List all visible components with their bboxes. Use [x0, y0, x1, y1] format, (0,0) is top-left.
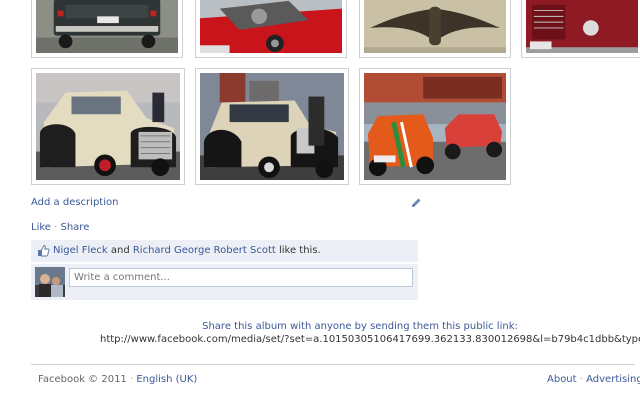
photo-red-truck-grille[interactable] — [521, 0, 640, 58]
photo-red-truck-grille-image — [526, 0, 638, 53]
share-link[interactable]: Share — [60, 222, 89, 233]
comment-input[interactable] — [69, 268, 413, 287]
photo-black-cream-sedan-image — [200, 73, 344, 180]
photo-black-cream-sedan[interactable] — [195, 68, 349, 185]
avatar — [35, 267, 65, 297]
thumbs-up-icon — [37, 244, 50, 257]
footer-divider — [31, 364, 635, 365]
liker-nigel-fleck[interactable]: Nigel Fleck — [53, 245, 108, 256]
footer-separator-right: · — [576, 374, 587, 385]
share-album-link[interactable]: http://www.facebook.com/media/set/?set=a… — [100, 334, 640, 345]
share-album-text: Share this album with anyone by sending … — [202, 321, 518, 332]
pencil-icon[interactable] — [410, 197, 422, 209]
photo-red-car-engine-image — [200, 0, 342, 53]
footer-advertising-link[interactable]: Advertising — [586, 374, 640, 385]
footer-separator: · — [126, 374, 137, 385]
photo-red-car-engine[interactable] — [195, 0, 347, 58]
footer-language-link[interactable]: English (UK) — [136, 374, 197, 385]
photo-firebird-hood-image — [364, 0, 506, 53]
photo-cream-pickup-truck-image — [36, 73, 180, 180]
photo-cream-pickup-truck[interactable] — [31, 68, 185, 185]
photo-firebird-hood[interactable] — [359, 0, 511, 58]
photo-classic-car-rear[interactable] — [31, 0, 183, 58]
photo-orange-dune-buggy-image — [364, 73, 506, 180]
likes-and-text: and — [107, 245, 133, 256]
likes-summary: Nigel Fleck and Richard George Robert Sc… — [31, 240, 418, 262]
add-description-link[interactable]: Add a description — [31, 197, 118, 208]
footer-copyright: Facebook © 2011 — [38, 374, 127, 385]
action-links: Like · Share — [31, 222, 89, 233]
photo-classic-car-rear-image — [36, 0, 178, 53]
likes-suffix: like this. — [275, 245, 321, 256]
footer-left: Facebook © 2011 · English (UK) — [38, 374, 197, 385]
comment-panel — [31, 264, 418, 300]
liker-richard-scott[interactable]: Richard George Robert Scott — [133, 245, 276, 256]
photo-orange-dune-buggy[interactable] — [359, 68, 511, 185]
like-link[interactable]: Like — [31, 222, 51, 233]
footer-right: About · Advertising — [547, 374, 640, 385]
footer-about-link[interactable]: About — [547, 374, 577, 385]
